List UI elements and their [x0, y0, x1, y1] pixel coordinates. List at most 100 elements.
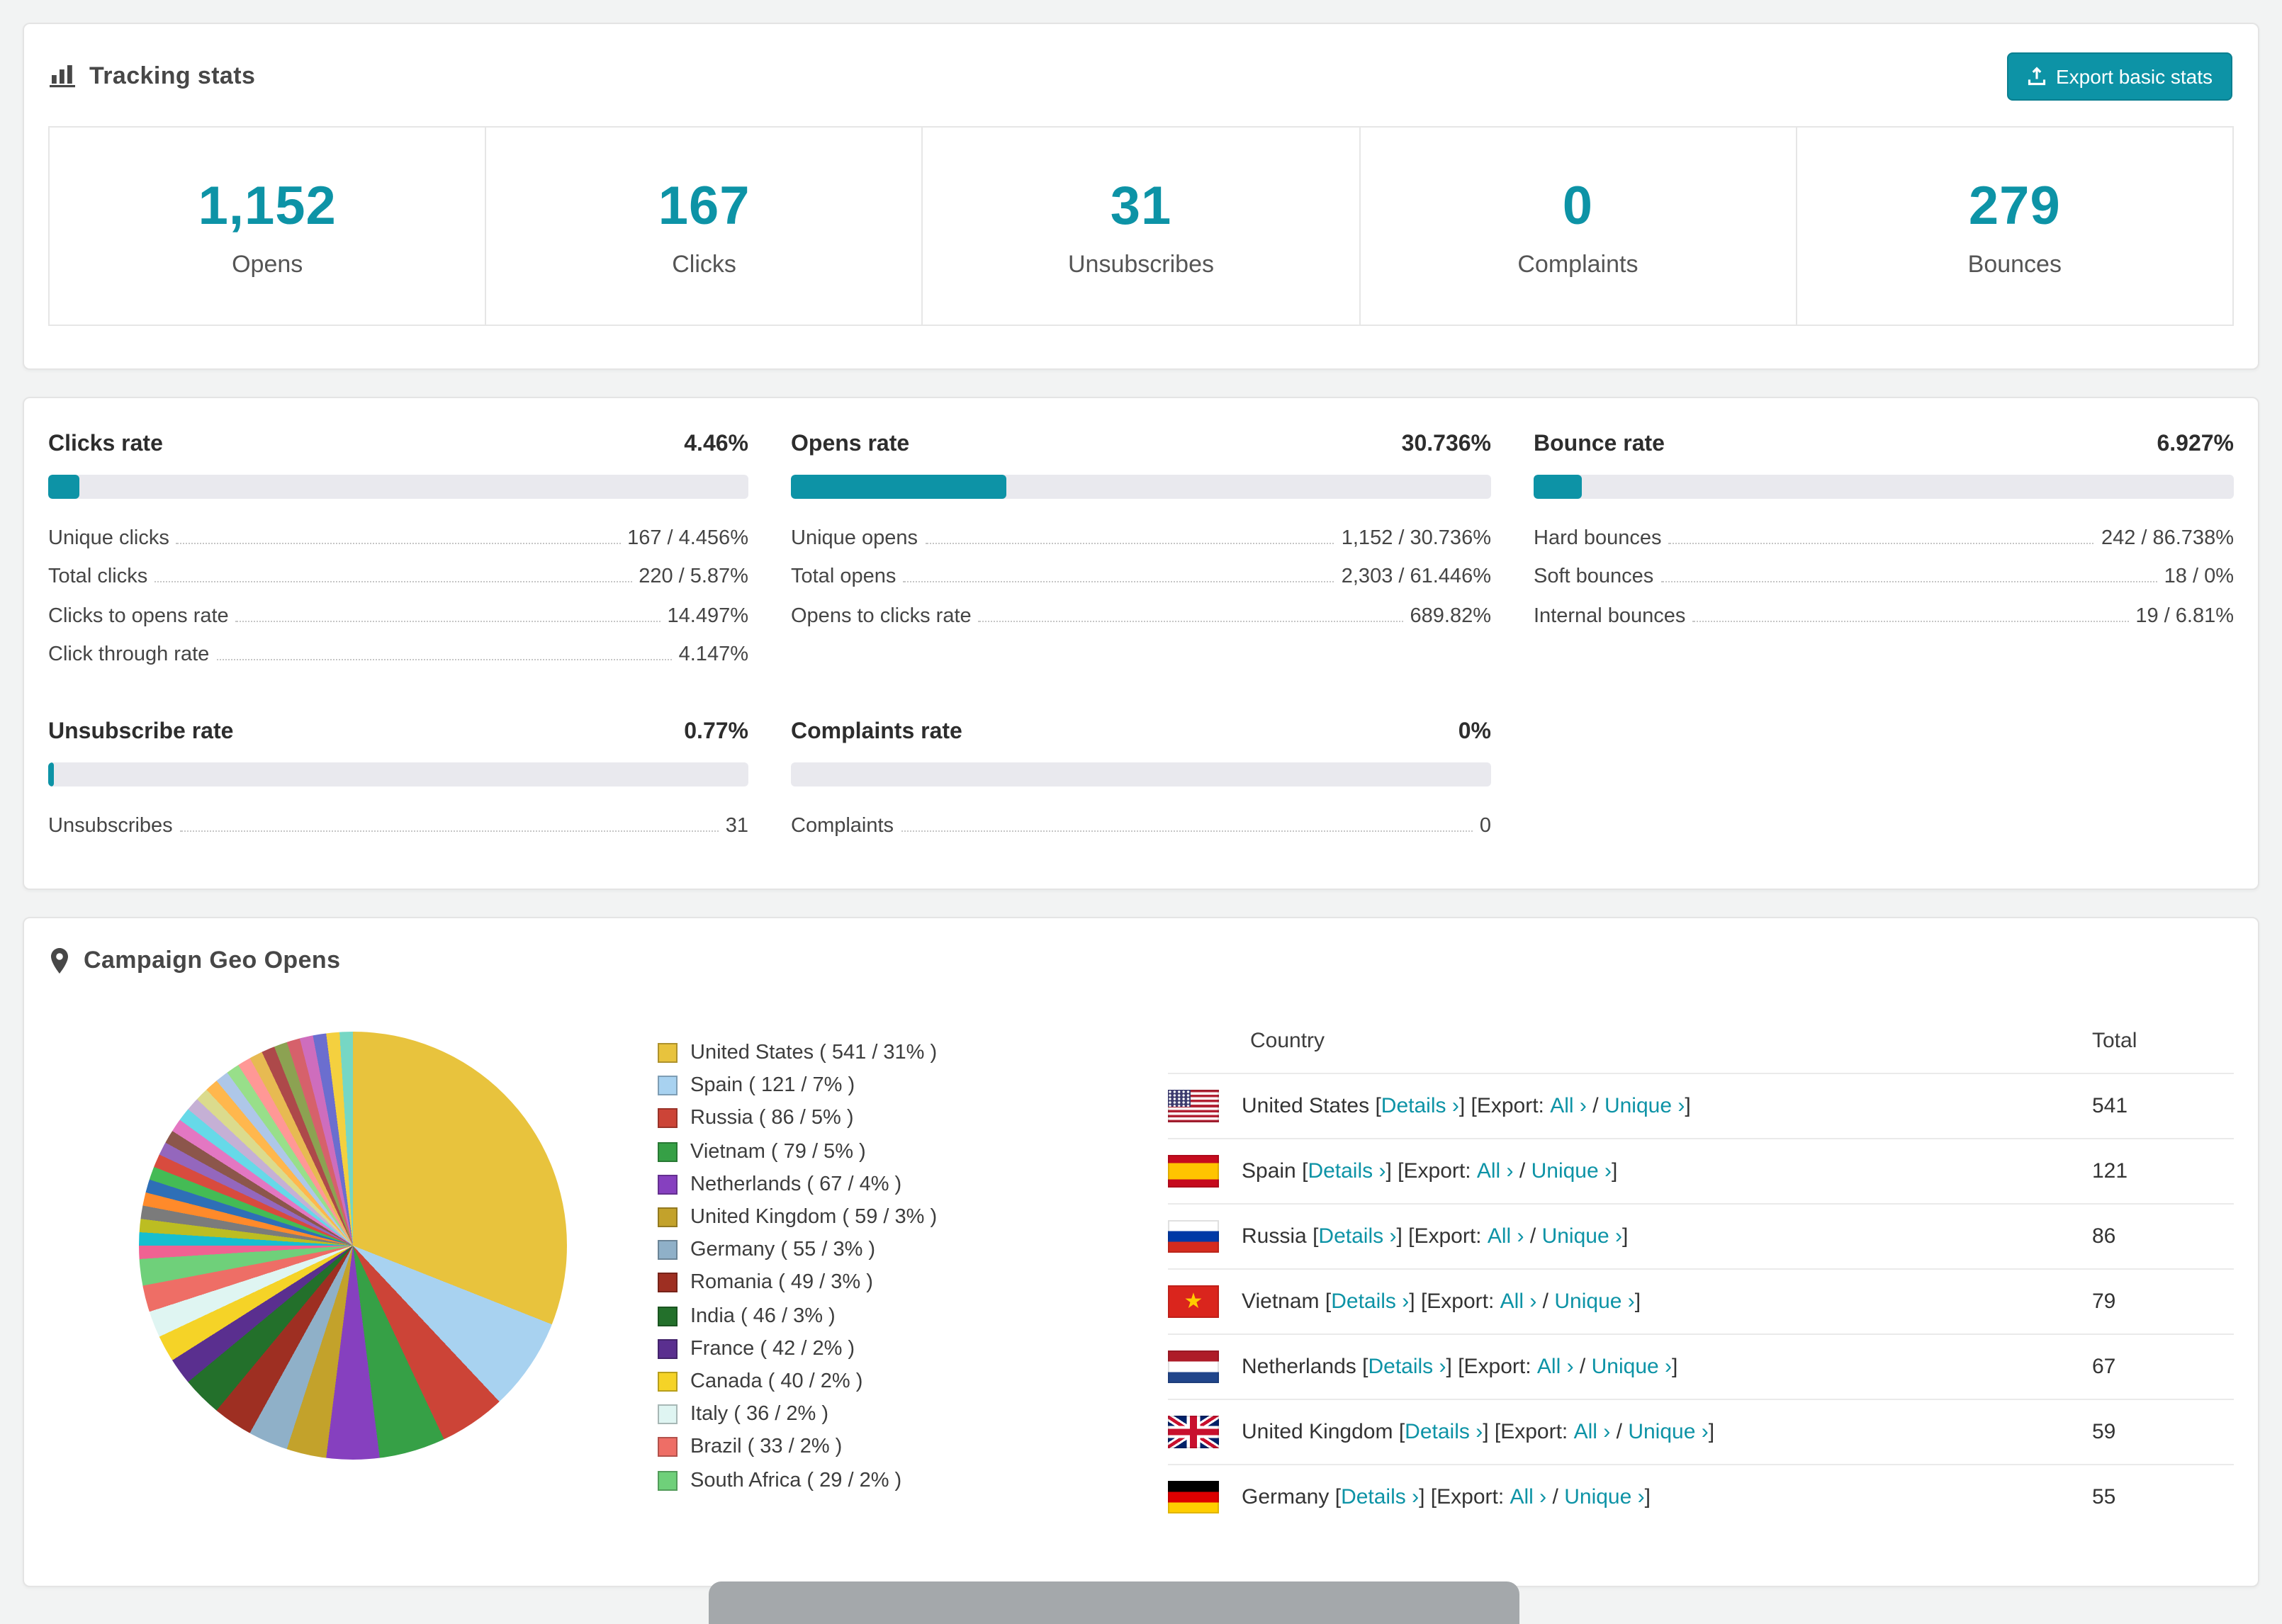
- details-link[interactable]: Details ›: [1308, 1158, 1386, 1183]
- stat-box: 167 Clicks: [485, 128, 921, 325]
- rate-head: Unsubscribe rate 0.77%: [48, 720, 748, 745]
- export-all-link[interactable]: All ›: [1550, 1093, 1587, 1117]
- export-unique-link[interactable]: Unique ›: [1628, 1419, 1708, 1443]
- stat-line: Clicks to opens rate 14.497%: [48, 594, 748, 633]
- export-label: Export:: [1437, 1484, 1510, 1509]
- details-link[interactable]: Details ›: [1331, 1289, 1409, 1313]
- export-unique-link[interactable]: Unique ›: [1592, 1354, 1672, 1378]
- rate-rows: Unique clicks 167 / 4.456% Total clicks 220…: [48, 516, 748, 672]
- stat-line: Complaints 0: [791, 803, 1491, 842]
- export-label: Export:: [1414, 1224, 1488, 1248]
- table-row: Netherlands [Details ›] [Export: All › /…: [1168, 1333, 2234, 1398]
- rates-card: Clicks rate 4.46% Unique clicks 167 / 4.456…: [23, 397, 2259, 889]
- country-name: Russia: [1242, 1224, 1313, 1248]
- total-value: 86: [2092, 1224, 2116, 1248]
- horizontal-scrollbar-thumb[interactable]: [709, 1581, 1519, 1624]
- export-all-link[interactable]: All ›: [1488, 1224, 1524, 1248]
- rate-block: Bounce rate 6.927% Hard bounces 242 / 86.73…: [1534, 432, 2234, 672]
- bracket: ]: [1621, 1224, 1629, 1248]
- rate-percent: 0%: [1458, 720, 1491, 744]
- details-link[interactable]: Details ›: [1381, 1093, 1459, 1117]
- stat-line: Internal bounces 19 / 6.81%: [1534, 594, 2234, 633]
- bracket: [: [1430, 1484, 1437, 1509]
- export-unique-link[interactable]: Unique ›: [1564, 1484, 1644, 1509]
- stat-label: Bounces: [1967, 251, 2062, 278]
- stat-line-value: 19 / 6.81%: [2135, 604, 2234, 627]
- export-all-link[interactable]: All ›: [1477, 1158, 1514, 1183]
- export-label: Export:: [1463, 1354, 1537, 1378]
- legend-swatch: [658, 1371, 678, 1392]
- legend-swatch: [658, 1404, 678, 1425]
- bracket: ]: [1483, 1419, 1495, 1443]
- export-all-link[interactable]: All ›: [1500, 1289, 1537, 1313]
- export-unique-link[interactable]: Unique ›: [1554, 1289, 1634, 1313]
- dotted-leader: [1692, 620, 2129, 621]
- country-cell: United States [Details ›] [Export: All ›…: [1168, 1089, 2092, 1122]
- page: Tracking stats Export basic stats 1,152 O…: [0, 0, 2282, 1624]
- bracket: [: [1458, 1354, 1464, 1378]
- country-column-header: Country: [1250, 1028, 1325, 1052]
- rate-rows: Hard bounces 242 / 86.738% Soft bounces 18 …: [1534, 516, 2234, 633]
- dotted-leader: [235, 620, 661, 621]
- export-all-link[interactable]: All ›: [1510, 1484, 1547, 1509]
- export-basic-stats-button[interactable]: Export basic stats: [2006, 52, 2232, 101]
- geo-pie-chart: [139, 1031, 567, 1459]
- export-all-link[interactable]: All ›: [1537, 1354, 1574, 1378]
- stat-line-value: 31: [725, 814, 748, 837]
- details-link[interactable]: Details ›: [1368, 1354, 1446, 1378]
- progress-fill: [48, 762, 54, 786]
- export-all-link[interactable]: All ›: [1574, 1419, 1611, 1443]
- geo-opens-card: Campaign Geo Opens United States ( 541 /…: [23, 916, 2259, 1586]
- dotted-leader: [925, 542, 1334, 543]
- export-unique-link[interactable]: Unique ›: [1604, 1093, 1685, 1117]
- total-value: 541: [2092, 1093, 2128, 1117]
- bracket: [: [1398, 1158, 1404, 1183]
- bracket: ]: [1672, 1354, 1678, 1378]
- rate-percent: 6.927%: [2157, 432, 2234, 456]
- bracket: [: [1408, 1224, 1415, 1248]
- rate-percent: 4.46%: [684, 432, 748, 456]
- stat-label: Opens: [232, 251, 303, 278]
- bracket: ]: [1409, 1289, 1421, 1313]
- dotted-leader: [176, 542, 621, 543]
- legend-swatch: [658, 1306, 678, 1326]
- legend-swatch: [658, 1043, 678, 1064]
- stat-line-value: 689.82%: [1410, 604, 1492, 627]
- legend-label: Vietnam ( 79 / 5% ): [690, 1140, 866, 1163]
- bracket: [: [1313, 1224, 1319, 1248]
- stat-box: 31 Unsubscribes: [921, 128, 1359, 325]
- stat-line-label: Complaints: [791, 814, 894, 837]
- bracket: [: [1325, 1289, 1332, 1313]
- stat-line-value: 167 / 4.456%: [627, 526, 748, 549]
- legend-item: Vietnam ( 79 / 5% ): [658, 1135, 1118, 1168]
- es-flag-icon: [1168, 1154, 1219, 1187]
- bracket: ]: [1386, 1158, 1398, 1183]
- stat-line-value: 4.147%: [678, 643, 748, 666]
- stat-box: 279 Bounces: [1795, 128, 2232, 325]
- legend-item: South Africa ( 29 / 2% ): [658, 1464, 1118, 1496]
- country-cell: United Kingdom [Details ›] [Export: All …: [1168, 1415, 2092, 1448]
- stat-label: Complaints: [1517, 251, 1639, 278]
- export-unique-link[interactable]: Unique ›: [1531, 1158, 1612, 1183]
- ru-flag-icon: [1168, 1219, 1219, 1252]
- legend-item: France ( 42 / 2% ): [658, 1332, 1118, 1365]
- stat-line-label: Unsubscribes: [48, 814, 173, 837]
- dotted-leader: [901, 830, 1473, 831]
- export-unique-link[interactable]: Unique ›: [1542, 1224, 1622, 1248]
- details-link[interactable]: Details ›: [1341, 1484, 1419, 1509]
- legend-label: Brazil ( 33 / 2% ): [690, 1436, 843, 1459]
- legend-label: India ( 46 / 3% ): [690, 1304, 836, 1328]
- progress-bar: [1534, 475, 2234, 499]
- details-link[interactable]: Details ›: [1405, 1419, 1483, 1443]
- dotted-leader: [216, 659, 672, 660]
- country-cell: Russia [Details ›] [Export: All › / Uniq…: [1168, 1219, 2092, 1252]
- legend-label: Spain ( 121 / 7% ): [690, 1074, 855, 1098]
- de-flag-icon: [1168, 1480, 1219, 1513]
- geo-table-header: Country Total: [1168, 1005, 2234, 1072]
- legend-label: United Kingdom ( 59 / 3% ): [690, 1206, 938, 1229]
- bracket: ]: [1644, 1484, 1651, 1509]
- details-link[interactable]: Details ›: [1318, 1224, 1396, 1248]
- rate-block: Clicks rate 4.46% Unique clicks 167 / 4.456…: [48, 432, 748, 672]
- country-cell: Germany [Details ›] [Export: All › / Uni…: [1168, 1480, 2092, 1513]
- star-icon: ★: [1184, 1289, 1203, 1313]
